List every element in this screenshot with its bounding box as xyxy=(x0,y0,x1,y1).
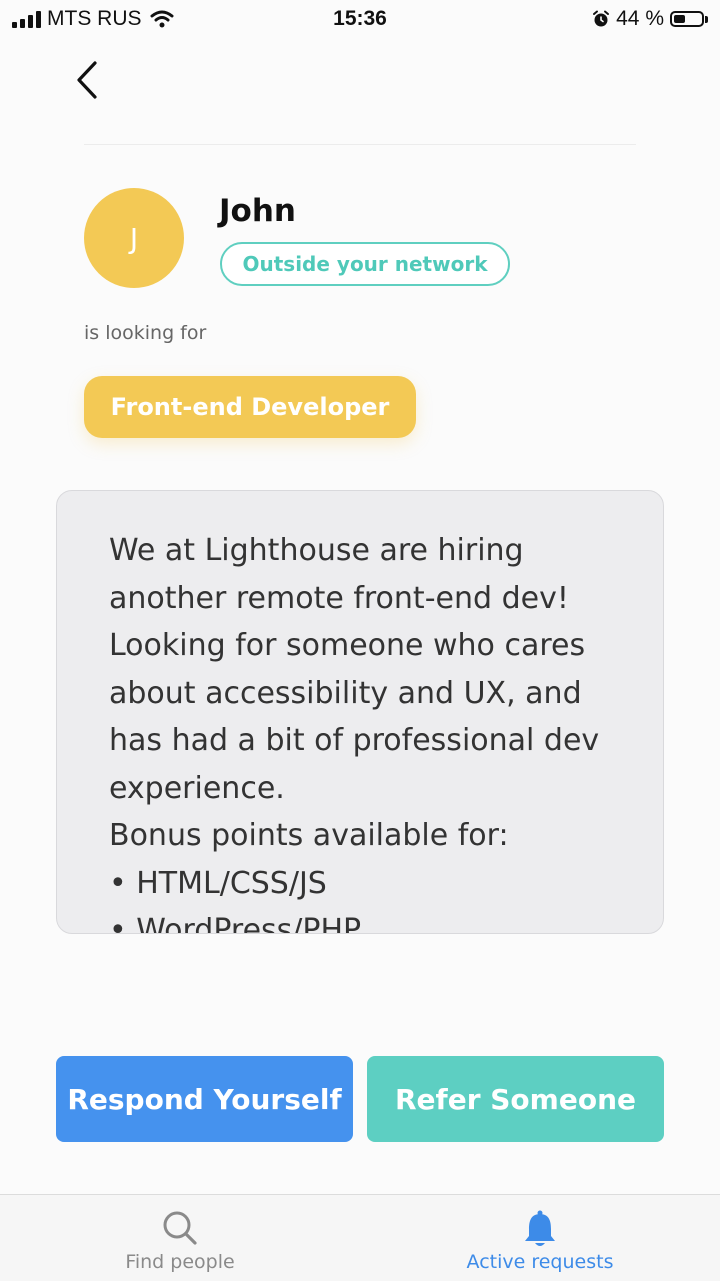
search-icon xyxy=(163,1211,197,1245)
chevron-left-icon xyxy=(77,61,97,99)
tab-label: Find people xyxy=(125,1251,235,1273)
battery-icon xyxy=(670,11,708,27)
message-line: about accessibility and UX, and xyxy=(109,675,582,711)
message-line: experience. xyxy=(109,770,285,806)
request-message[interactable]: We at Lighthouse are hiring another remo… xyxy=(56,490,664,934)
message-line: Looking for someone who cares xyxy=(109,628,586,663)
message-line: another remote front-end dev! xyxy=(109,580,569,616)
refer-someone-button[interactable]: Refer Someone xyxy=(367,1056,664,1142)
avatar-initial: J xyxy=(129,221,139,255)
looking-for-label: is looking for xyxy=(84,322,207,344)
tab-bar: Find people Active requests xyxy=(0,1194,720,1281)
requester-name: John xyxy=(219,193,296,229)
avatar: J xyxy=(84,188,184,288)
message-line: Bonus points available for: xyxy=(109,818,509,853)
tab-find-people[interactable]: Find people xyxy=(0,1195,360,1281)
back-button[interactable] xyxy=(62,54,112,108)
message-line: has had a bit of professional dev xyxy=(109,723,600,758)
bell-icon xyxy=(525,1210,555,1246)
tab-active-requests[interactable]: Active requests xyxy=(360,1195,720,1281)
battery-percent: 44 % xyxy=(616,7,664,30)
network-status-badge: Outside your network xyxy=(220,242,510,286)
status-right: 44 % xyxy=(592,7,708,31)
header-divider xyxy=(84,144,636,145)
message-line: • HTML/CSS/JS xyxy=(109,865,327,901)
respond-yourself-button[interactable]: Respond Yourself xyxy=(56,1056,353,1142)
status-bar: MTS RUS 15:36 44 % xyxy=(0,0,720,38)
message-line: We at Lighthouse are hiring xyxy=(109,533,524,568)
tab-label: Active requests xyxy=(466,1251,614,1273)
alarm-icon xyxy=(593,10,610,27)
role-tag: Front-end Developer xyxy=(84,376,416,438)
message-line: • WordPress/PHP xyxy=(109,913,362,934)
